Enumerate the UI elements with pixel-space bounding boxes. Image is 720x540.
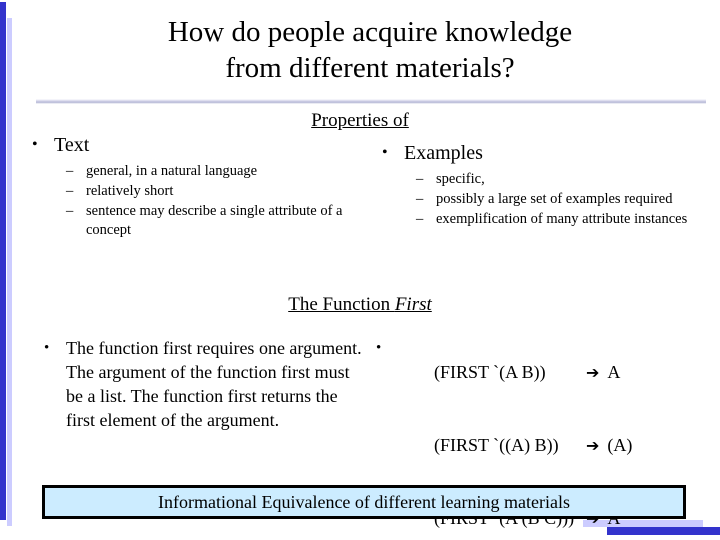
list-item-label: sentence may describe a single attribute… [86, 203, 343, 238]
dash-icon: – [416, 171, 424, 187]
dash-icon: – [416, 211, 424, 227]
list-item: – sentence may describe a single attribu… [64, 202, 362, 240]
column-left-top: • Text – general, in a natural language … [22, 132, 362, 241]
dash-icon: – [66, 203, 74, 219]
sublist-text-properties: – general, in a natural language – relat… [64, 162, 362, 240]
bullet-text: • Text [22, 132, 362, 158]
slide-title-line-1: How do people acquire knowledge [167, 16, 573, 48]
expression-code: (FIRST `((A) B)) [434, 435, 559, 455]
list-item: – general, in a natural language [64, 162, 362, 181]
expression-result: A [607, 362, 621, 382]
dash-icon: – [66, 163, 74, 179]
bullet-function-description: • The function first requires one argume… [34, 336, 364, 432]
bullet-dot-icon: • [376, 340, 382, 356]
slide-canvas: How do people acquire knowledge from dif… [0, 0, 720, 540]
list-item-label: possibly a large set of examples require… [436, 191, 673, 207]
list-item: – relatively short [64, 182, 362, 201]
left-accent-bar-dark [0, 2, 6, 520]
list-item: – exemplification of many attribute inst… [414, 210, 702, 229]
list-item: – specific, [414, 170, 702, 189]
dash-icon: – [66, 183, 74, 199]
left-accent-bar-light [7, 18, 12, 526]
expression-row: (FIRST `((A) B)) ➔ (A) [398, 409, 706, 482]
callout-text: Informational Equivalence of different l… [158, 492, 570, 512]
list-item-label: general, in a natural language [86, 163, 258, 179]
bullet-dot-icon: • [44, 340, 50, 356]
bullet-examples: • Examples [372, 140, 702, 166]
bullet-dot-icon: • [32, 136, 38, 153]
sublist-examples-properties: – specific, – possibly a large set of ex… [414, 170, 702, 229]
list-item-label: relatively short [86, 183, 174, 199]
bullet-examples-label: Examples [404, 142, 483, 164]
heading-the-function-first: The Function First [180, 294, 540, 316]
slide-title: How do people acquire knowledge from dif… [40, 14, 700, 86]
column-right-top: • Examples – specific, – possibly a larg… [372, 140, 702, 230]
bullet-dot-icon: • [382, 144, 388, 161]
heading-function-italic: First [394, 294, 432, 315]
heading-function-prefix: The Function [288, 294, 395, 315]
expression-row: (FIRST `(A B)) ➔ A [398, 336, 706, 409]
list-item-label: specific, [436, 171, 485, 187]
right-arrow-icon: ➔ [586, 363, 600, 382]
function-description-text: The function first requires one argument… [66, 338, 362, 430]
list-item-label: exemplification of many attribute instan… [436, 211, 688, 227]
list-item: – possibly a large set of examples requi… [414, 190, 702, 209]
callout-box: Informational Equivalence of different l… [42, 485, 686, 519]
slide-title-line-2: from different materials? [225, 52, 515, 84]
expression-code: (FIRST `(A B)) [434, 362, 546, 382]
dash-icon: – [416, 191, 424, 207]
expression-result: (A) [607, 435, 633, 455]
heading-properties-of: Properties of [311, 110, 409, 131]
column-left-bottom: • The function first requires one argume… [34, 336, 364, 432]
right-arrow-icon: ➔ [586, 436, 600, 455]
bullet-text-label: Text [54, 134, 90, 156]
title-divider [36, 99, 706, 104]
